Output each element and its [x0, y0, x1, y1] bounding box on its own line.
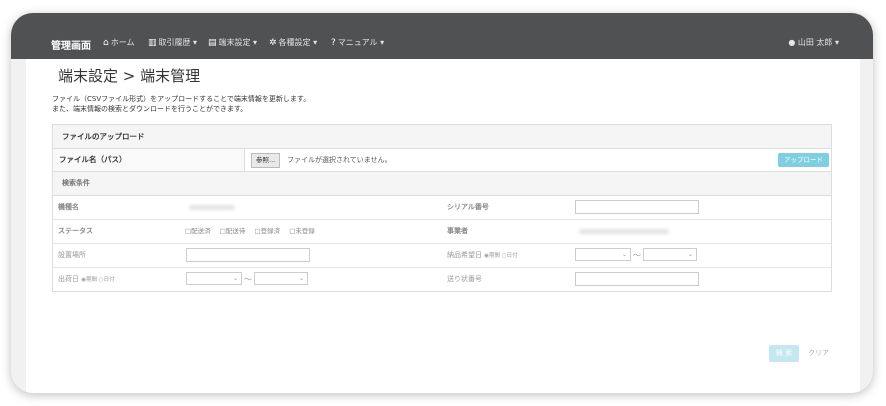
nav-transaction-history[interactable]: ▥ 取引履歴 ▾ [148, 37, 197, 48]
file-row: ファイル名（パス） 参照... ファイルが選択されていません。 アップロード [53, 149, 831, 172]
user-name: 山田 太郎 ▾ [797, 38, 839, 47]
delivery-date-from-select[interactable]: ⌄ [575, 248, 631, 261]
nav-device-settings[interactable]: ▤ 端末設定 ▾ [208, 37, 257, 48]
page-description: ファイル（CSVファイル形式）をアップロードすることで端末情報を更新します。 ま… [52, 94, 310, 114]
user-menu[interactable]: ● 山田 太郎 ▾ [788, 37, 839, 48]
main-content: 端末設定 > 端末管理 ファイル（CSVファイル形式）をアップロードすることで端… [26, 59, 860, 393]
home-icon: ⌂ [103, 38, 109, 48]
ship-date-label-text: 出荷日 [58, 275, 79, 283]
nav-manual[interactable]: ? マニュアル ▾ [331, 37, 384, 48]
nav-device-settings-label: 端末設定 ▾ [218, 38, 258, 47]
status-label: ステータス [58, 227, 93, 235]
serial-input[interactable] [575, 200, 699, 214]
tracking-number-label: 送り状番号 [447, 275, 482, 283]
delivery-date-label: 納品希望日 ◉期間 ○日付 [447, 244, 518, 268]
search-row-ship: 出荷日 ◉期間 ○日付 ⌄ 〜 ⌄ 送り状番号 [53, 268, 831, 291]
upload-button[interactable]: アップロード [778, 153, 829, 167]
nav-transaction-history-label: 取引履歴 ▾ [158, 38, 198, 47]
checkbox-awaiting-shipment[interactable]: □配送待 [220, 227, 246, 235]
description-line-2: また、端末情報の検索とダウンロードを行うことができます。 [52, 105, 248, 113]
search-button[interactable]: 検 索 [769, 345, 799, 362]
delivery-date-tilde: 〜 [633, 251, 641, 260]
search-row-model: 機種名 シリアル番号 [53, 196, 831, 220]
delivery-date-radios[interactable]: ◉期間 ○日付 [484, 253, 517, 259]
clear-button[interactable]: クリア [808, 345, 829, 362]
user-icon: ● [788, 38, 796, 47]
ship-date-tilde: 〜 [244, 275, 252, 284]
file-name-label: ファイル名（パス） [53, 149, 245, 171]
brand-title[interactable]: 管理画面 [51, 37, 91, 52]
app-window: 管理画面 ⌂ ホーム ▥ 取引履歴 ▾ ▤ 端末設定 ▾ ✲ 各種設定 ▾ ? マニュアル… [11, 13, 873, 393]
tracking-number-input[interactable] [575, 272, 699, 286]
upload-panel: ファイルのアップロード ファイル名（パス） 参照... ファイルが選択されていま… [52, 124, 832, 292]
file-status-text: ファイルが選択されていません。 [287, 156, 392, 164]
status-checkboxes: □配送済 □配送待 □登録済 □未登録 [185, 220, 322, 243]
checkbox-registered[interactable]: □登録済 [254, 227, 280, 235]
model-label: 機種名 [58, 203, 79, 211]
search-row-status: ステータス □配送済 □配送待 □登録済 □未登録 事業者 [53, 220, 831, 244]
ship-date-radios[interactable]: ◉期間 ○日付 [81, 277, 114, 283]
nav-manual-label: マニュアル ▾ [337, 38, 385, 47]
location-label: 設置場所 [58, 251, 86, 259]
model-value-redacted [189, 205, 235, 210]
search-row-location: 設置場所 納品希望日 ◉期間 ○日付 ⌄ 〜 ⌄ [53, 244, 831, 268]
chart-icon: ▥ [148, 38, 157, 48]
browse-button[interactable]: 参照... [251, 153, 281, 168]
operator-label: 事業者 [447, 227, 468, 235]
description-line-1: ファイル（CSVファイル形式）をアップロードすることで端末情報を更新します。 [52, 95, 311, 103]
ship-date-from-select[interactable]: ⌄ [186, 272, 242, 285]
search-heading: 検索条件 [53, 172, 831, 196]
delivery-date-label-text: 納品希望日 [447, 251, 482, 259]
checkbox-unregistered[interactable]: □未登録 [289, 227, 315, 235]
location-input[interactable] [186, 248, 310, 262]
nav-general-settings-label: 各種設定 ▾ [278, 38, 318, 47]
delivery-date-to-select[interactable]: ⌄ [643, 248, 697, 261]
nav-general-settings[interactable]: ✲ 各種設定 ▾ [269, 37, 317, 48]
upload-panel-heading: ファイルのアップロード [53, 125, 831, 149]
operator-value-redacted [579, 229, 669, 234]
nav-home-label: ホーム [110, 38, 135, 47]
serial-label: シリアル番号 [447, 203, 489, 211]
help-icon: ? [331, 38, 336, 48]
device-icon: ▤ [208, 38, 217, 48]
checkbox-shipped[interactable]: □配送済 [185, 227, 211, 235]
gear-icon: ✲ [269, 38, 277, 48]
page-title: 端末設定 > 端末管理 [58, 67, 201, 85]
ship-date-to-select[interactable]: ⌄ [254, 272, 308, 285]
nav-home[interactable]: ⌂ ホーム [103, 37, 134, 48]
top-navbar: 管理画面 ⌂ ホーム ▥ 取引履歴 ▾ ▤ 端末設定 ▾ ✲ 各種設定 ▾ ? マニュアル… [11, 13, 873, 59]
ship-date-label: 出荷日 ◉期間 ○日付 [58, 268, 115, 292]
